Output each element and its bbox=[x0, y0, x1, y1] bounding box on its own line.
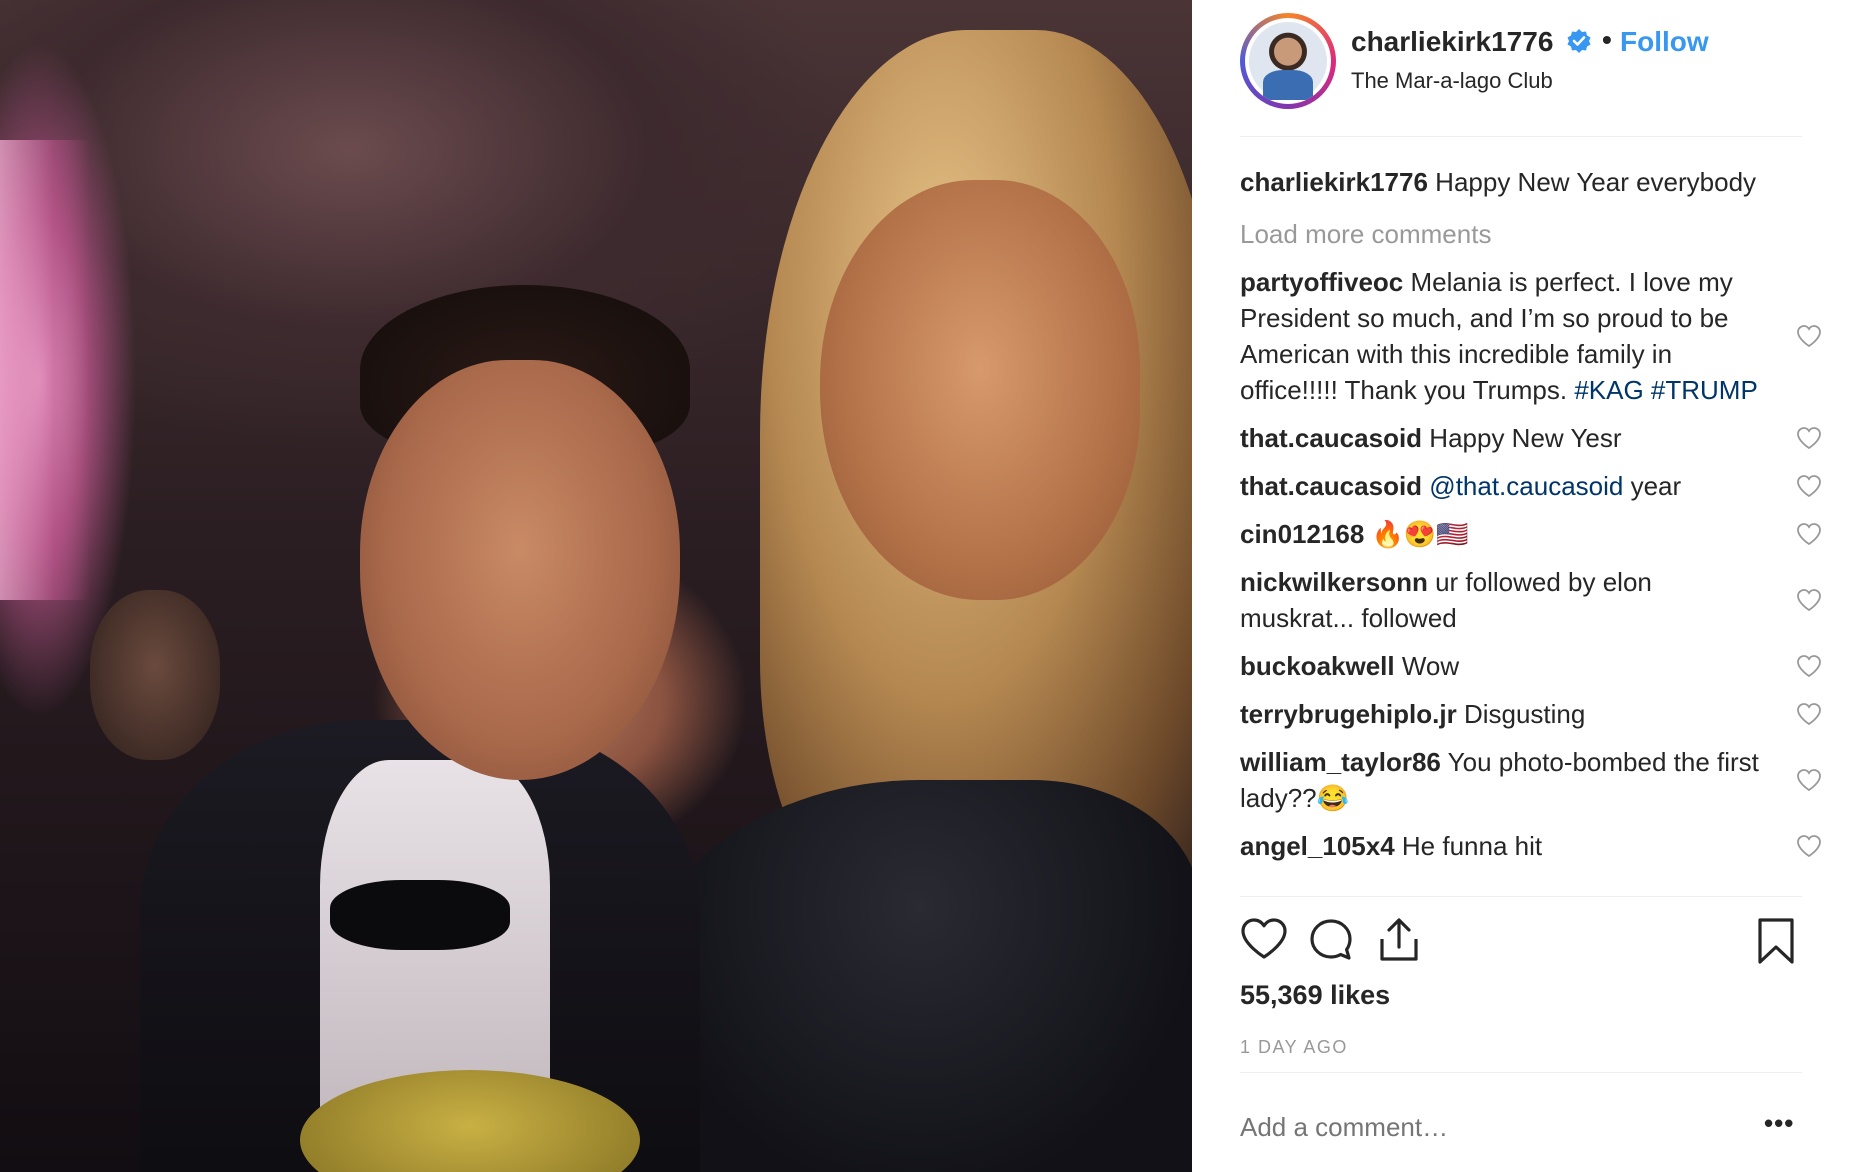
header-username[interactable]: charliekirk1776 bbox=[1351, 26, 1553, 58]
comment-text: year bbox=[1623, 471, 1682, 501]
post-caption: charliekirk1776 Happy New Year everybody bbox=[1240, 164, 1822, 200]
heart-small-icon[interactable] bbox=[1796, 834, 1822, 858]
heart-small-icon[interactable] bbox=[1796, 654, 1822, 678]
more-icon[interactable]: ••• bbox=[1764, 1108, 1794, 1139]
comment-username[interactable]: nickwilkersonn bbox=[1240, 567, 1428, 597]
heart-small-icon[interactable] bbox=[1796, 768, 1822, 792]
comment-item: cin012168 🔥😍🇺🇸 bbox=[1240, 516, 1822, 552]
follow-button[interactable]: Follow bbox=[1620, 26, 1709, 58]
avatar-frame bbox=[1245, 18, 1331, 104]
comment-item: partyoffiveoc Melania is perfect. I love… bbox=[1240, 264, 1822, 408]
comment-username[interactable]: angel_105x4 bbox=[1240, 831, 1395, 861]
comment-text: Disgusting bbox=[1463, 699, 1586, 729]
comment-item: terrybrugehiplo.jr Disgusting bbox=[1240, 696, 1822, 732]
instagram-post: charliekirk1776 • Follow The Mar-a-lago … bbox=[0, 0, 1852, 1172]
add-comment-input[interactable] bbox=[1240, 1112, 1740, 1143]
comment-text: He funna hit bbox=[1401, 831, 1543, 861]
divider bbox=[1240, 1072, 1802, 1073]
photo-face-left bbox=[360, 360, 680, 780]
heart-small-icon[interactable] bbox=[1796, 426, 1822, 450]
comment-item: angel_105x4 He funna hit bbox=[1240, 828, 1822, 864]
bookmark-icon[interactable] bbox=[1756, 917, 1796, 965]
comment-text: 🔥😍🇺🇸 bbox=[1371, 519, 1469, 549]
heart-small-icon[interactable] bbox=[1796, 324, 1822, 348]
post-location[interactable]: The Mar-a-lago Club bbox=[1351, 68, 1553, 94]
verified-icon bbox=[1567, 29, 1591, 53]
caption-username[interactable]: charliekirk1776 bbox=[1240, 167, 1428, 197]
comment-item: william_taylor86 You photo-bombed the fi… bbox=[1240, 744, 1822, 816]
comment-username[interactable]: terrybrugehiplo.jr bbox=[1240, 699, 1457, 729]
avatar-shirt bbox=[1263, 70, 1313, 100]
post-side-panel: charliekirk1776 • Follow The Mar-a-lago … bbox=[1192, 0, 1852, 1172]
photo-bowtie bbox=[330, 880, 510, 950]
heart-small-icon[interactable] bbox=[1796, 702, 1822, 726]
heart-small-icon[interactable] bbox=[1796, 522, 1822, 546]
caption-text: Happy New Year everybody bbox=[1435, 167, 1757, 197]
comment-username[interactable]: that.caucasoid bbox=[1240, 471, 1422, 501]
comment-item: nickwilkersonn ur followed by elon muskr… bbox=[1240, 564, 1822, 636]
heart-icon[interactable] bbox=[1240, 917, 1288, 961]
comment-username[interactable]: william_taylor86 bbox=[1240, 747, 1441, 777]
comment-username[interactable]: buckoakwell bbox=[1240, 651, 1395, 681]
comment-text: Happy New Yesr bbox=[1429, 423, 1622, 453]
comment-item: that.caucasoid @that.caucasoid year bbox=[1240, 468, 1822, 504]
comment-text: Wow bbox=[1401, 651, 1460, 681]
load-more-comments-button[interactable]: Load more comments bbox=[1240, 216, 1822, 252]
comments-list[interactable]: charliekirk1776 Happy New Year everybody… bbox=[1240, 160, 1822, 896]
share-icon[interactable] bbox=[1376, 917, 1422, 963]
photo-dress bbox=[640, 780, 1192, 1172]
photo-face-right bbox=[820, 180, 1140, 600]
comment-item: that.caucasoid Happy New Yesr bbox=[1240, 420, 1822, 456]
post-header: charliekirk1776 • Follow The Mar-a-lago … bbox=[1240, 12, 1802, 137]
photo-background-person bbox=[90, 590, 220, 760]
post-photo[interactable] bbox=[0, 0, 1192, 1172]
post-time[interactable]: 1 DAY AGO bbox=[1240, 1037, 1348, 1058]
heart-small-icon[interactable] bbox=[1796, 588, 1822, 612]
likes-count[interactable]: 55,369 likes bbox=[1240, 980, 1390, 1011]
comment-username[interactable]: cin012168 bbox=[1240, 519, 1364, 549]
heart-small-icon[interactable] bbox=[1796, 474, 1822, 498]
comment-item: buckoakwell Wow bbox=[1240, 648, 1822, 684]
header-dot: • bbox=[1602, 24, 1612, 55]
photo-column bbox=[0, 140, 90, 600]
comment-hashtags[interactable]: #KAG #TRUMP bbox=[1574, 375, 1758, 405]
comment-username[interactable]: partyoffiveoc bbox=[1240, 267, 1403, 297]
comment-icon[interactable] bbox=[1308, 917, 1354, 963]
comment-mention[interactable]: @that.caucasoid bbox=[1429, 471, 1623, 501]
avatar[interactable] bbox=[1240, 13, 1336, 109]
comment-username[interactable]: that.caucasoid bbox=[1240, 423, 1422, 453]
